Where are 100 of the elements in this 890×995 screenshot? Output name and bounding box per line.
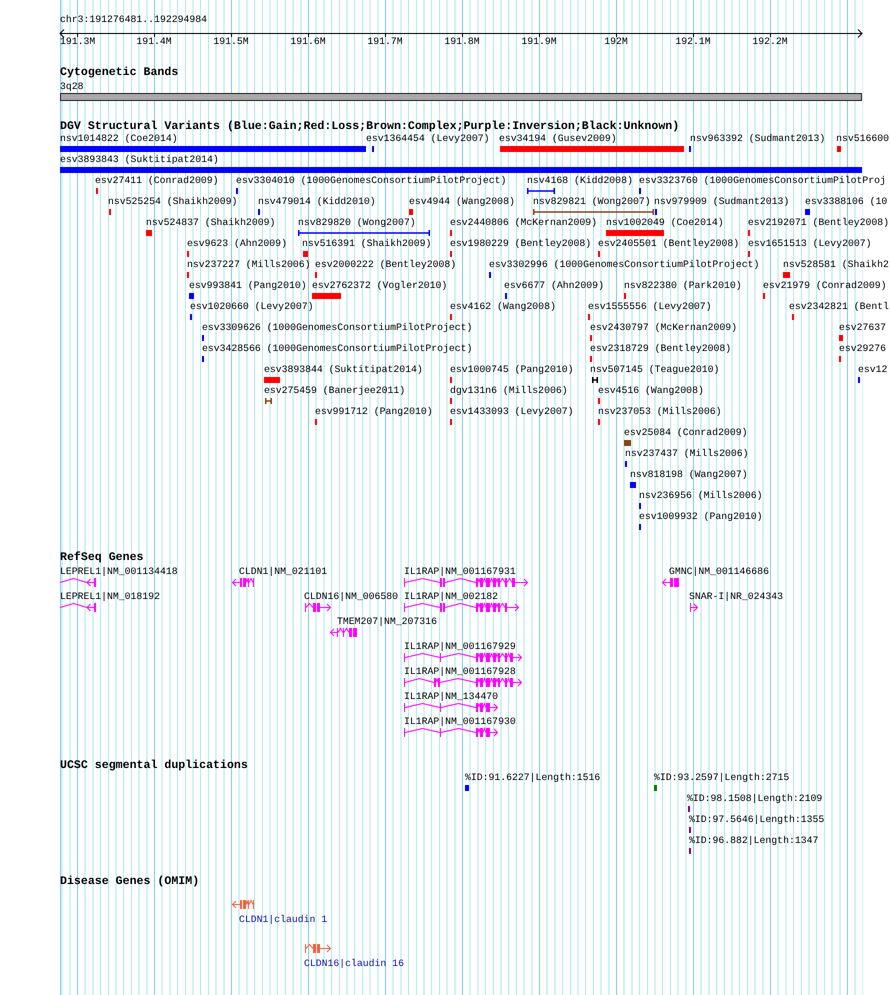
variant-label: nsv829820 (Wong2007) <box>298 217 416 228</box>
duplication-label: %ID:97.5646|Length:1355 <box>689 814 824 825</box>
track-title: Cytogenetic Bands <box>60 67 178 79</box>
gene-label: IL1RAP|NM_002182 <box>404 591 498 602</box>
gene-label: IL1RAP|NM_001167931 <box>404 566 516 577</box>
variant-label: nsv237437 (Mills2006) <box>625 448 748 459</box>
gene-label: LEPREL1|NM_001134418 <box>60 566 178 577</box>
gene-label: CLDN16|NM_006580 <box>304 591 398 602</box>
variant-label: esv3893843 (Suktitipat2014) <box>60 154 219 165</box>
gene-model-drawing <box>305 602 331 613</box>
gene-label: IL1RAP|NM_001167928 <box>404 666 516 677</box>
variant-label: nsv525254 (Shaikh2009) <box>108 196 238 207</box>
gene-model-drawing <box>232 899 255 910</box>
tick-label: 192.2M <box>752 36 788 48</box>
duplication-label: %ID:96.882|Length:1347 <box>689 835 818 846</box>
variant-label: nsv516600 <box>836 133 889 144</box>
variant-label: nsv528581 (Shaikh2 <box>783 259 889 270</box>
variant-label: esv3304010 (1000GenomesConsortiumPilotProject) <box>236 175 506 186</box>
variant-label: esv21979 (Conrad2009) <box>763 280 886 291</box>
variant-label: nsv524837 (Shaikh2009) <box>146 217 276 228</box>
variant-label: esv2342821 (Bentl <box>789 301 889 312</box>
variant-label: dgv131n6 (Mills2006) <box>450 385 568 396</box>
tick-label: 191.7M <box>367 36 403 48</box>
variant-label: esv4516 (Wang2008) <box>598 385 704 396</box>
gene-model-drawing <box>690 602 698 613</box>
gene-label: LEPREL1|NM_018192 <box>60 591 160 602</box>
variant-label: esv2430797 (McKernan2009) <box>590 322 737 333</box>
disease-gene-label: CLDN16|claudin 16 <box>304 958 404 969</box>
variant-label: esv275459 (Banerjee2011) <box>264 385 406 396</box>
tick-label: 192.1M <box>675 36 711 48</box>
gene-label: IL1RAP|NM_134470 <box>404 691 498 702</box>
variant-label: nsv963392 (Sudmant2013) <box>690 133 826 144</box>
variant-label: esv2318729 (Bentley2008) <box>590 343 732 354</box>
variant-label: esv3388106 (10 <box>805 196 888 207</box>
variant-label: esv3893844 (Suktitipat2014) <box>264 364 423 375</box>
gene-model-drawing <box>60 602 97 613</box>
variant-label: nsv479014 (Kidd2010) <box>258 196 376 207</box>
variant-label: esv3309626 (1000GenomesConsortiumPilotProject) <box>202 322 472 333</box>
tick-label: 191.4M <box>136 36 172 48</box>
variant-label: esv1651513 (Levy2007) <box>748 238 872 249</box>
variant-label: esv993841 (Pang2010) <box>189 280 307 291</box>
track-title: DGV Structural Variants (Blue:Gain;Red:Loss;Brown:Complex;Purple:Inversion;Black:Unknown) <box>60 121 680 133</box>
variant-label: esv1364454 (Levy2007) <box>366 133 490 144</box>
disease-gene-label: CLDN1|claudin 1 <box>239 914 328 925</box>
tick-label: 191.6M <box>290 36 326 48</box>
tick-label: 191.3M <box>60 36 96 48</box>
variant-label: esv27411 (Conrad2009) <box>95 175 218 186</box>
variant-label: esv6677 (Ahn2009) <box>504 280 604 291</box>
variant-label: nsv1002049 (Coe2014) <box>606 217 724 228</box>
variant-label: nsv4168 (Kidd2008) <box>527 175 633 186</box>
tick-label: 191.8M <box>444 36 480 48</box>
variant-label: esv29276 <box>839 343 886 354</box>
variant-label: esv1980229 (Bentley2008) <box>450 238 592 249</box>
variant-label: esv9623 (Ahn2009) <box>187 238 287 249</box>
variant-label: nsv516391 (Shaikh2009) <box>302 238 432 249</box>
gene-label: CLDN1|NM_021101 <box>239 566 328 577</box>
gene-label: IL1RAP|NM_001167930 <box>404 716 516 727</box>
tick-label: 191.5M <box>213 36 249 48</box>
gene-label: GMNC|NM_001146686 <box>669 566 769 577</box>
duplication-label: %ID:91.6227|Length:1516 <box>465 772 600 783</box>
variant-label: esv1555556 (Levy2007) <box>588 301 712 312</box>
variant-label: esv1020660 (Levy2007) <box>190 301 314 312</box>
variant-label: nsv818198 (Wang2007) <box>630 469 748 480</box>
variant-label: esv2440806 (McKernan2009) <box>450 217 597 228</box>
region-label: chr3:191276481..192294984 <box>60 14 207 26</box>
variant-label: esv3302996 (1000GenomesConsortiumPilotProject) <box>489 259 760 270</box>
variant-label: esv3428566 (1000GenomesConsortiumPilotProject) <box>202 343 472 354</box>
variant-label: esv25084 (Conrad2009) <box>624 427 748 438</box>
gene-model-drawing <box>662 577 681 588</box>
gene-label: SNAR-I|NR_024343 <box>689 591 784 602</box>
variant-label: esv2762372 (Vogler2010) <box>312 280 448 291</box>
duplication-label: %ID:98.1508|Length:2109 <box>687 793 822 804</box>
duplication-label: %ID:93.2597|Length:2715 <box>654 772 790 783</box>
track-title: UCSC segmental duplications <box>60 760 248 772</box>
variant-label: esv3323760 (1000GenomesConsortiumPilotProj <box>639 175 886 186</box>
band-label: 3q28 <box>60 81 84 92</box>
variant-label: nsv979909 (Sudmant2013) <box>654 196 790 207</box>
variant-label: esv1009932 (Pang2010) <box>639 511 762 522</box>
variant-label: nsv237053 (Mills2006) <box>598 406 722 417</box>
variant-label: esv2000222 (Bentley2008) <box>315 259 456 270</box>
track-title: Disease Genes (OMIM) <box>60 876 200 888</box>
variant-label: esv12 <box>858 364 888 375</box>
tick-label: 192M <box>604 36 628 48</box>
gene-model-drawing <box>60 577 97 588</box>
variant-label: esv4944 (Wang2008) <box>409 196 515 207</box>
variant-label: esv2405501 (Bentley2008) <box>598 238 740 249</box>
variant-label: esv34194 (Gusev2009) <box>499 133 617 144</box>
gene-label: TMEM207|NM_207316 <box>337 616 437 627</box>
variant-label: esv27637 <box>839 322 886 333</box>
variant-label: esv1433093 (Levy2007) <box>450 406 574 417</box>
variant-label: esv1000745 (Pang2010) <box>450 364 574 375</box>
variant-label: nsv822380 (Park2010) <box>624 280 742 291</box>
gene-model-drawing <box>330 627 357 638</box>
variant-label: nsv1014822 (Coe2014) <box>60 133 178 144</box>
track-title: RefSeq Genes <box>60 552 144 564</box>
variant-label: nsv236956 (Mills2006) <box>639 490 762 501</box>
variant-label: esv2192071 (Bentley2008) <box>748 217 889 228</box>
gene-model-drawing <box>232 577 255 588</box>
gene-label: IL1RAP|NM_001167929 <box>404 641 516 652</box>
gene-model-drawing <box>305 943 331 954</box>
